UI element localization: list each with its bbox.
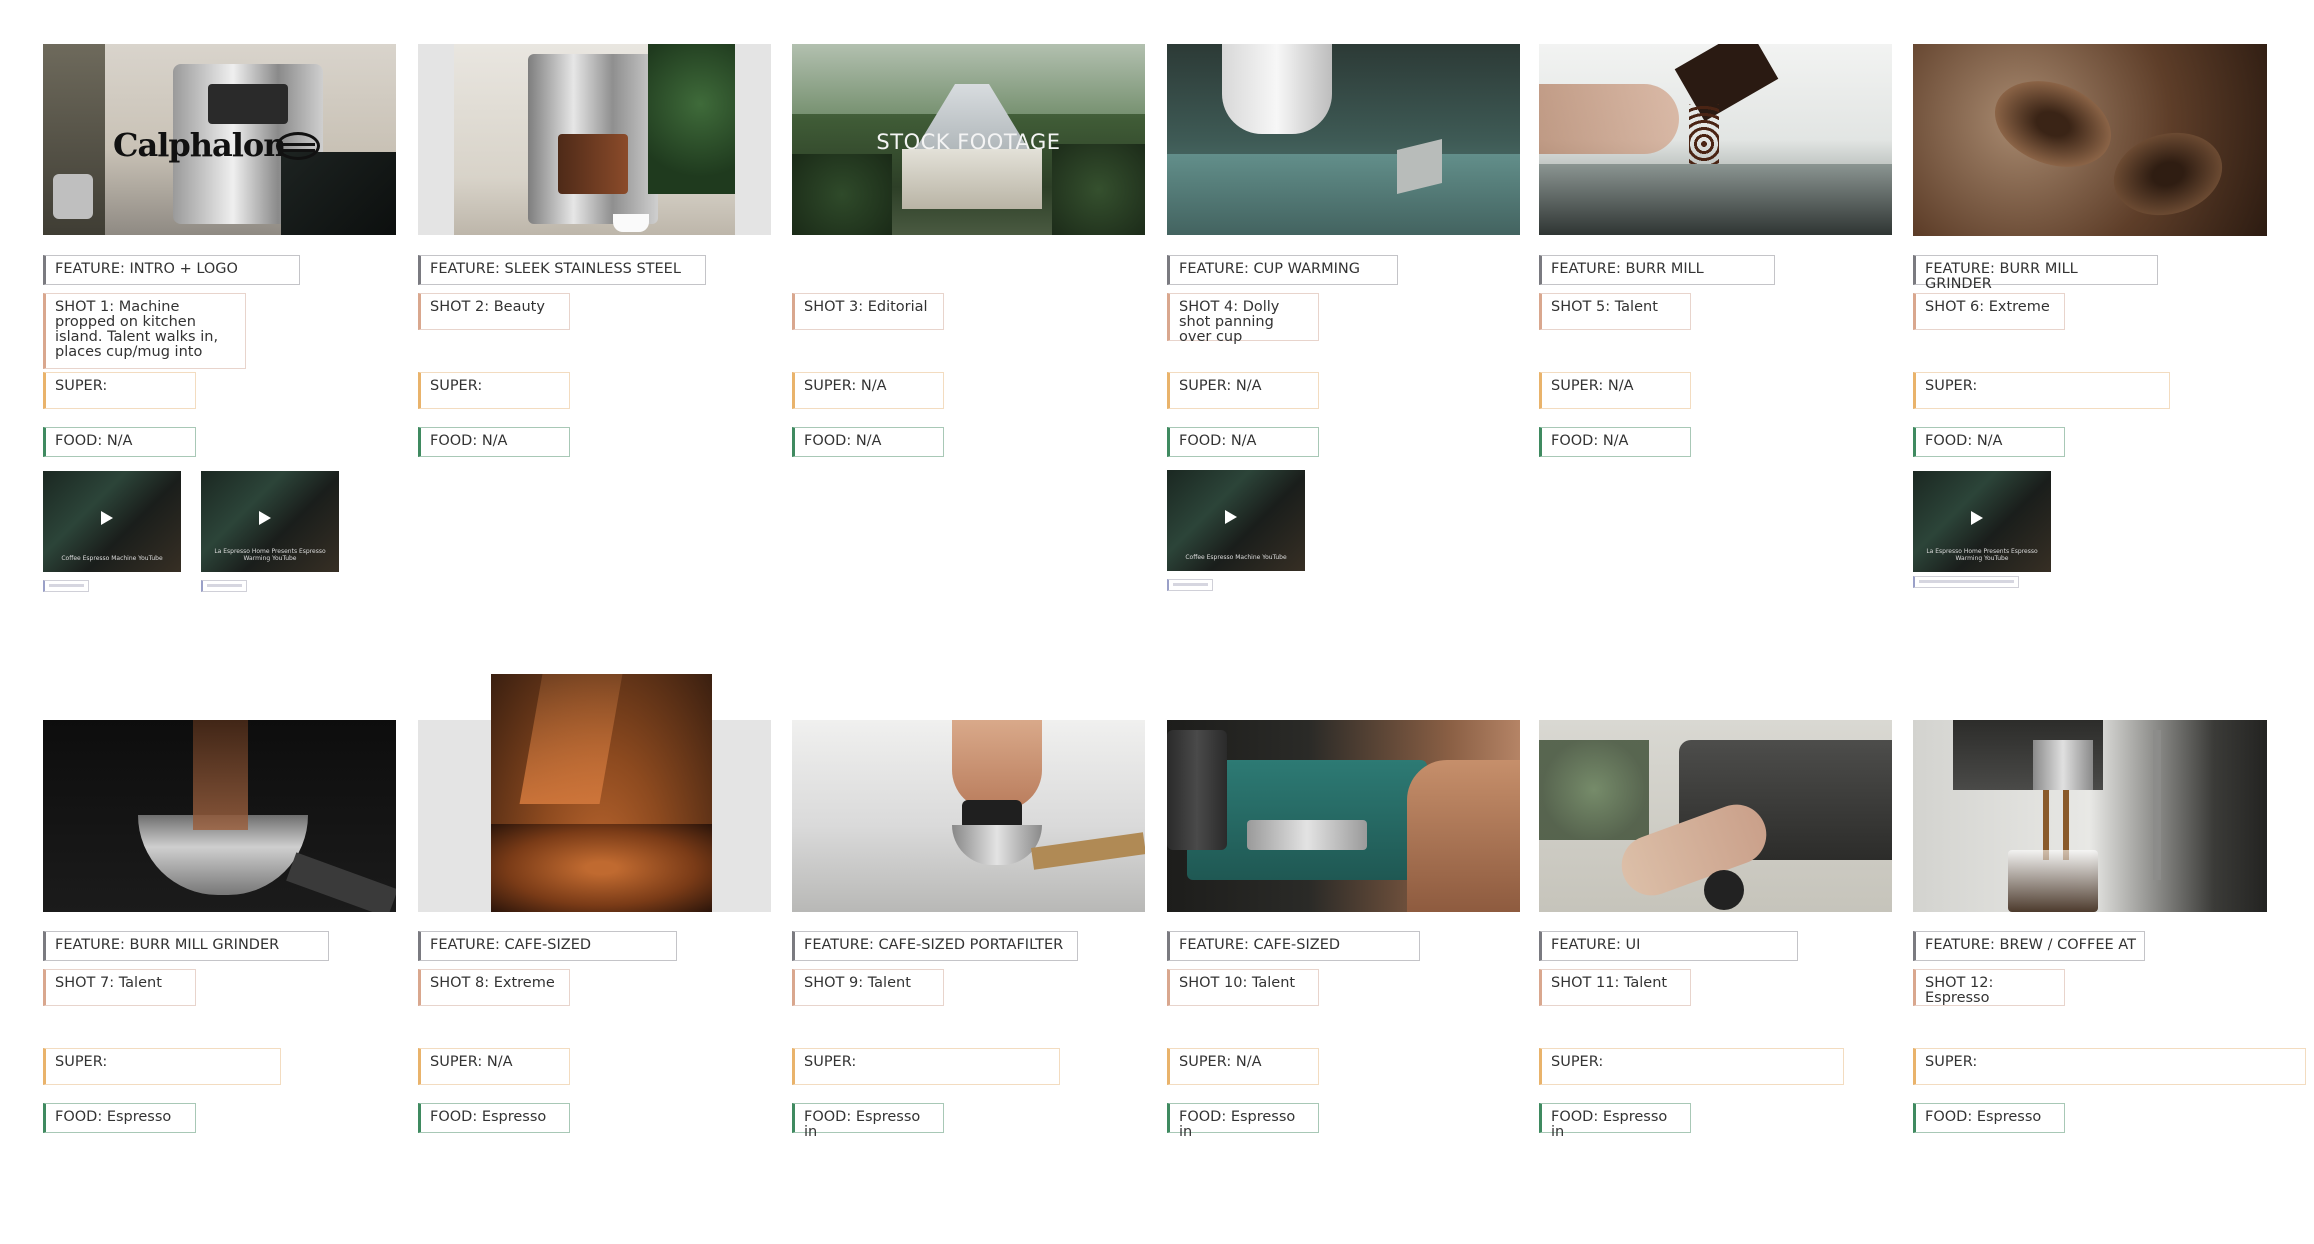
shot-10-image[interactable] bbox=[1167, 720, 1520, 912]
play-icon[interactable] bbox=[1225, 510, 1237, 524]
shot-7-image[interactable] bbox=[43, 720, 396, 912]
shot-8-feature-label[interactable]: FEATURE: CAFE-SIZED bbox=[418, 931, 677, 961]
video-caption: La Espresso Home Presents Espresso Warmi… bbox=[1926, 548, 2038, 562]
shot-1-video-2[interactable]: La Espresso Home Presents Espresso Warmi… bbox=[201, 471, 339, 572]
shot-6-super-label[interactable]: SUPER: bbox=[1913, 372, 2170, 409]
shot-4-shot-label[interactable]: SHOT 4: Dolly shot panning over cup bbox=[1167, 293, 1319, 345]
shot-12-feature-label[interactable]: FEATURE: BREW / COFFEE AT bbox=[1913, 931, 2145, 961]
video-link-bar[interactable] bbox=[1167, 579, 1213, 591]
shot-11-super-label[interactable]: SUPER: bbox=[1539, 1048, 1844, 1085]
shot-1-super-label[interactable]: SUPER: bbox=[43, 372, 196, 409]
shot-3-image[interactable]: STOCK FOOTAGE bbox=[792, 44, 1145, 235]
shot-10-food-label[interactable]: FOOD: Espresso in bbox=[1167, 1103, 1319, 1140]
shot-5-feature-label[interactable]: FEATURE: BURR MILL bbox=[1539, 255, 1775, 285]
shot-2-image[interactable] bbox=[418, 44, 771, 235]
shot-3-shot-label[interactable]: SHOT 3: Editorial bbox=[792, 293, 944, 330]
shot-4-video-1[interactable]: Coffee Espresso Machine YouTube bbox=[1167, 470, 1305, 571]
shot-8-shot-label[interactable]: SHOT 8: Extreme bbox=[418, 969, 570, 1006]
play-icon[interactable] bbox=[259, 511, 271, 525]
shot-4-food-label[interactable]: FOOD: N/A bbox=[1167, 427, 1319, 457]
video-caption: Coffee Espresso Machine YouTube bbox=[1185, 554, 1287, 561]
shot-12-super-label[interactable]: SUPER: bbox=[1913, 1048, 2306, 1085]
stock-footage-overlay: STOCK FOOTAGE bbox=[876, 130, 1061, 154]
shot-10-feature-label[interactable]: FEATURE: CAFE-SIZED bbox=[1167, 931, 1420, 961]
shot-6-image[interactable] bbox=[1913, 44, 2267, 236]
shot-10-super-label[interactable]: SUPER: N/A bbox=[1167, 1048, 1319, 1085]
shot-9-shot-label[interactable]: SHOT 9: Talent bbox=[792, 969, 944, 1006]
shot-7-food-label[interactable]: FOOD: Espresso bbox=[43, 1103, 196, 1133]
shot-7-feature-label[interactable]: FEATURE: BURR MILL GRINDER bbox=[43, 931, 329, 961]
shot-8-grounds-image[interactable] bbox=[491, 674, 712, 912]
shot-5-super-label[interactable]: SUPER: N/A bbox=[1539, 372, 1691, 409]
shot-4-feature-label[interactable]: FEATURE: CUP WARMING bbox=[1167, 255, 1398, 285]
shot-2-food-label[interactable]: FOOD: N/A bbox=[418, 427, 570, 457]
shot-11-shot-label[interactable]: SHOT 11: Talent bbox=[1539, 969, 1691, 1006]
shot-5-shot-label[interactable]: SHOT 5: Talent bbox=[1539, 293, 1691, 330]
shot-4-image[interactable] bbox=[1167, 44, 1520, 235]
shot-9-image[interactable] bbox=[792, 720, 1145, 912]
shot-2-super-label[interactable]: SUPER: bbox=[418, 372, 570, 409]
shot-10-shot-label[interactable]: SHOT 10: Talent bbox=[1167, 969, 1319, 1006]
shot-12-image[interactable] bbox=[1913, 720, 2267, 912]
shot-3-food-label[interactable]: FOOD: N/A bbox=[792, 427, 944, 457]
shot-12-food-label[interactable]: FOOD: Espresso bbox=[1913, 1103, 2065, 1133]
calphalon-logo: Calphalon bbox=[113, 126, 286, 164]
video-link-bar[interactable] bbox=[1913, 576, 2019, 588]
shot-4-super-label[interactable]: SUPER: N/A bbox=[1167, 372, 1319, 409]
video-caption: La Espresso Home Presents Espresso Warmi… bbox=[214, 548, 326, 562]
shot-8-food-label[interactable]: FOOD: Espresso bbox=[418, 1103, 570, 1133]
shot-1-feature-label[interactable]: FEATURE: INTRO + LOGO bbox=[43, 255, 300, 285]
shot-11-image[interactable] bbox=[1539, 720, 1892, 912]
shot-3-super-label[interactable]: SUPER: N/A bbox=[792, 372, 944, 409]
shot-9-food-label[interactable]: FOOD: Espresso in bbox=[792, 1103, 944, 1140]
shot-5-food-label[interactable]: FOOD: N/A bbox=[1539, 427, 1691, 457]
video-link-bar[interactable] bbox=[43, 580, 89, 592]
shot-1-food-label[interactable]: FOOD: N/A bbox=[43, 427, 196, 457]
shot-9-feature-label[interactable]: FEATURE: CAFE-SIZED PORTAFILTER bbox=[792, 931, 1078, 961]
shot-6-video-1[interactable]: La Espresso Home Presents Espresso Warmi… bbox=[1913, 471, 2051, 572]
shot-1-image[interactable]: Calphalon bbox=[43, 44, 396, 235]
shot-1-shot-label[interactable]: SHOT 1: Machine propped on kitchen islan… bbox=[43, 293, 246, 369]
calphalon-logo-mark bbox=[276, 132, 320, 160]
shot-8-super-label[interactable]: SUPER: N/A bbox=[418, 1048, 570, 1085]
shot-5-image[interactable] bbox=[1539, 44, 1892, 235]
shot-9-super-label[interactable]: SUPER: bbox=[792, 1048, 1060, 1085]
play-icon[interactable] bbox=[1971, 511, 1983, 525]
play-icon[interactable] bbox=[101, 511, 113, 525]
shot-7-shot-label[interactable]: SHOT 7: Talent bbox=[43, 969, 196, 1006]
shot-2-feature-label[interactable]: FEATURE: SLEEK STAINLESS STEEL bbox=[418, 255, 706, 285]
shot-6-food-label[interactable]: FOOD: N/A bbox=[1913, 427, 2065, 457]
video-caption: Coffee Espresso Machine YouTube bbox=[61, 555, 163, 562]
shot-1-video-1[interactable]: Coffee Espresso Machine YouTube bbox=[43, 471, 181, 572]
shot-7-super-label[interactable]: SUPER: bbox=[43, 1048, 281, 1085]
video-link-bar[interactable] bbox=[201, 580, 247, 592]
shot-6-feature-label[interactable]: FEATURE: BURR MILL GRINDER bbox=[1913, 255, 2158, 292]
shot-12-shot-label[interactable]: SHOT 12: Espresso bbox=[1913, 969, 2065, 1006]
shot-11-food-label[interactable]: FOOD: Espresso in bbox=[1539, 1103, 1691, 1140]
shot-11-feature-label[interactable]: FEATURE: UI bbox=[1539, 931, 1798, 961]
shot-6-shot-label[interactable]: SHOT 6: Extreme bbox=[1913, 293, 2065, 330]
shot-2-shot-label[interactable]: SHOT 2: Beauty bbox=[418, 293, 570, 330]
